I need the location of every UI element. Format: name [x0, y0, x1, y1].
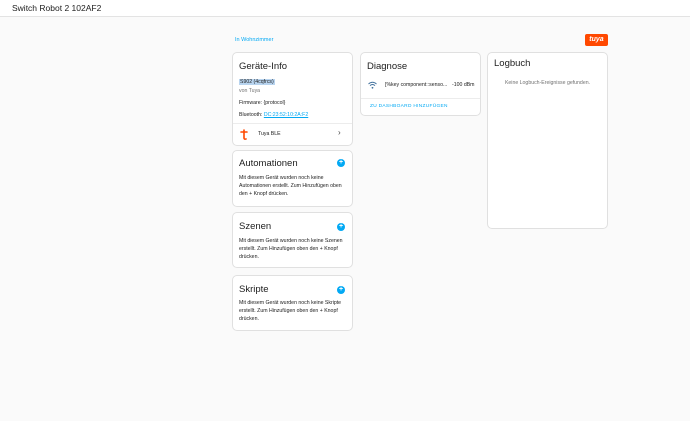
diagnose-entity-row[interactable]: [%key component::senso... -100 dBm	[361, 79, 480, 93]
bluetooth-address-link[interactable]: DC:23:52:10:2A:F2	[264, 112, 308, 118]
scenes-card: Szenen + Mit diesem Gerät wurden noch ke…	[232, 212, 353, 268]
device-model-row: S902 (4cqfrcs)	[239, 79, 275, 85]
device-info-title: Geräte-Info	[239, 61, 288, 72]
bluetooth-label: Bluetooth:	[239, 112, 263, 118]
area-link[interactable]: In Wohnzimmer	[235, 37, 273, 43]
add-scene-button[interactable]: +	[337, 223, 345, 231]
logbook-empty-message: Keine Logbuch-Ereignisse gefunden.	[504, 80, 591, 86]
desc-line: Mit diesem Gerät wurden noch keine	[239, 175, 324, 181]
scripts-card: Skripte + Mit diesem Gerät wurden noch k…	[232, 275, 353, 331]
add-automation-button[interactable]: +	[337, 159, 345, 167]
scenes-title: Szenen	[239, 221, 272, 232]
desc-line: drücken.	[239, 254, 259, 261]
integration-name: Tuya BLE	[258, 131, 281, 137]
device-manufacturer: von Tuya	[239, 88, 261, 94]
desc-line: erstellt. Zum Hinzufügen oben den + Knop…	[239, 246, 338, 253]
add-script-button[interactable]: +	[337, 286, 345, 294]
page-title: Switch Robot 2 102AF2	[12, 3, 102, 13]
automations-card: Automationen + Mit diesem Gerät wurden n…	[232, 150, 353, 207]
add-to-dashboard-button[interactable]: ZU DASHBOARD HINZUFÜGEN	[370, 104, 448, 109]
automations-description: Mit diesem Gerät wurden noch keine Autom…	[239, 174, 342, 199]
logbook-card: Logbuch Keine Logbuch-Ereignisse gefunde…	[487, 52, 608, 229]
divider	[361, 98, 480, 99]
desc-line: Mit diesem Gerät wurden noch keine Szene…	[239, 238, 343, 244]
top-app-bar: Switch Robot 2 102AF2	[0, 0, 690, 17]
scripts-title: Skripte	[239, 284, 269, 295]
desc-line: erstellt. Zum Hinzufügen oben den + Knop…	[239, 308, 338, 315]
diagnose-card: Diagnose [%key component::senso... -100 …	[360, 52, 481, 116]
tuya-integration-icon	[240, 129, 248, 140]
device-firmware: Firmware: {protocol}	[239, 100, 286, 106]
desc-line: Mit diesem Gerät wurden noch keine Skrip…	[239, 300, 342, 306]
diagnose-title: Diagnose	[367, 61, 408, 72]
diagnose-entity-name: [%key component::senso...	[385, 82, 448, 88]
tuya-logo: tuya	[585, 34, 608, 46]
device-bluetooth-row: Bluetooth: DC:23:52:10:2A:F2	[239, 112, 308, 118]
desc-line: den + Knopf drücken.	[239, 191, 289, 198]
diagnose-entity-value: -100 dBm	[452, 82, 475, 88]
scenes-description: Mit diesem Gerät wurden noch keine Szene…	[239, 237, 343, 262]
integration-row[interactable]: Tuya BLE ›	[233, 125, 352, 145]
device-model: S902 (4cqfrcs)	[239, 79, 275, 85]
wifi-icon	[368, 81, 377, 89]
logbook-title: Logbuch	[494, 58, 531, 69]
divider	[233, 123, 352, 124]
scripts-description: Mit diesem Gerät wurden noch keine Skrip…	[239, 299, 341, 324]
chevron-right-icon: ›	[338, 128, 341, 137]
automations-title: Automationen	[239, 158, 298, 169]
desc-line: drücken.	[239, 316, 259, 323]
device-info-card: Geräte-Info S902 (4cqfrcs) von Tuya Firm…	[232, 52, 353, 146]
desc-line: Automationen erstellt. Zum Hinzufügen ob…	[239, 183, 342, 190]
